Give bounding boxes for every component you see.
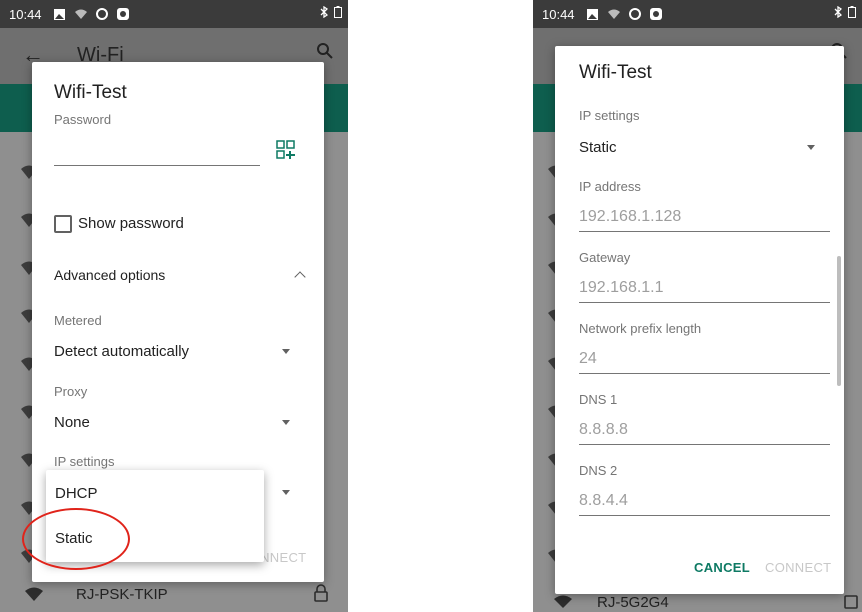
wifi-signal-icon	[553, 594, 573, 612]
qr-code-scan-icon[interactable]	[276, 140, 296, 165]
status-time: 10:44	[9, 6, 42, 22]
dns1-label: DNS 1	[579, 392, 618, 407]
dns1-underline	[579, 444, 830, 445]
ip-address-value: 192.168.1.128	[579, 208, 682, 225]
metered-value: Detect automatically	[54, 343, 190, 360]
dns2-field[interactable]: 8.8.4.4	[579, 488, 830, 516]
show-password-checkbox[interactable]: Show password	[54, 212, 304, 236]
ip-settings-label: IP settings	[579, 108, 640, 123]
dns1-value: 8.8.8.8	[579, 421, 628, 438]
data-saver-icon	[627, 6, 643, 22]
status-bar: 10:44	[0, 0, 348, 28]
highlight-circle	[22, 508, 130, 570]
dropdown-caret-icon	[282, 420, 290, 425]
dns2-label: DNS 2	[579, 463, 618, 478]
gateway-label: Gateway	[579, 250, 631, 265]
dialog-scrollbar[interactable]	[837, 256, 841, 386]
dns2-value: 8.8.4.4	[579, 492, 628, 509]
status-bar: 10:44	[533, 0, 862, 28]
advanced-options-toggle[interactable]: Advanced options	[54, 262, 306, 288]
dropdown-caret-icon	[807, 145, 815, 150]
status-time: 10:44	[542, 6, 575, 22]
password-label: Password	[54, 112, 112, 127]
ip-address-label: IP address	[579, 179, 641, 194]
bluetooth-icon	[320, 5, 329, 21]
dropdown-caret-icon	[282, 349, 290, 354]
checkbox-box[interactable]	[54, 215, 72, 233]
app-notification-icon	[648, 6, 664, 22]
lock-icon	[314, 584, 328, 606]
network-list-item[interactable]: RJ-PSK-TKIP	[0, 578, 348, 612]
ip-address-field[interactable]: 192.168.1.128	[579, 204, 830, 232]
right-phone-screen: 10:44 RJ-5G2G4 Wifi-Test IP settings Sta…	[533, 0, 862, 612]
ip-settings-label: IP settings	[54, 454, 115, 469]
network-name: RJ-PSK-TKIP	[76, 586, 168, 603]
lock-icon	[844, 593, 858, 612]
prefix-length-field[interactable]: 24	[579, 346, 830, 374]
image-notification-icon	[52, 6, 68, 22]
prefix-length-underline	[579, 373, 830, 374]
network-name: RJ-5G2G4	[597, 594, 669, 611]
left-phone-screen: 10:44 ← Wi-Fi RJ-PSK-TKIP Wifi-Test Pass…	[0, 0, 348, 612]
network-list-item[interactable]: RJ-5G2G4	[533, 592, 862, 612]
battery-icon	[334, 6, 342, 21]
gateway-field[interactable]: 192.168.1.1	[579, 275, 830, 303]
proxy-dropdown[interactable]: None	[54, 409, 302, 435]
dns2-underline	[579, 515, 830, 516]
data-saver-icon	[94, 6, 110, 22]
dropdown-option-dhcp[interactable]: DHCP	[55, 485, 98, 502]
cancel-button[interactable]: CANCEL	[694, 560, 750, 575]
chevron-up-icon	[294, 271, 306, 283]
password-underline	[54, 165, 260, 166]
wifi-status-icon	[606, 6, 622, 22]
prefix-length-value: 24	[579, 350, 597, 367]
bluetooth-icon	[834, 5, 843, 21]
prefix-length-label: Network prefix length	[579, 321, 702, 336]
wifi-signal-icon	[24, 586, 44, 606]
metered-label: Metered	[54, 313, 102, 328]
dropdown-caret-icon	[282, 490, 290, 495]
ip-address-underline	[579, 231, 830, 232]
wifi-status-icon	[73, 6, 89, 22]
gateway-underline	[579, 302, 830, 303]
wifi-config-dialog: Wifi-Test IP settings Static IP address …	[555, 46, 844, 594]
metered-dropdown[interactable]: Detect automatically	[54, 338, 302, 364]
dialog-title: Wifi-Test	[54, 82, 127, 103]
proxy-value: None	[54, 414, 90, 431]
proxy-label: Proxy	[54, 384, 88, 399]
ip-settings-dropdown[interactable]: Static	[579, 134, 829, 160]
gateway-value: 192.168.1.1	[579, 279, 664, 296]
show-password-label: Show password	[78, 215, 184, 232]
dialog-title: Wifi-Test	[579, 62, 652, 83]
dns1-field[interactable]: 8.8.8.8	[579, 417, 830, 445]
connect-button[interactable]: CONNECT	[765, 560, 831, 575]
password-field[interactable]	[54, 134, 260, 164]
app-notification-icon	[115, 6, 131, 22]
image-notification-icon	[585, 6, 601, 22]
ip-settings-value: Static	[579, 139, 617, 156]
advanced-options-label: Advanced options	[54, 267, 166, 283]
battery-icon	[848, 6, 856, 21]
